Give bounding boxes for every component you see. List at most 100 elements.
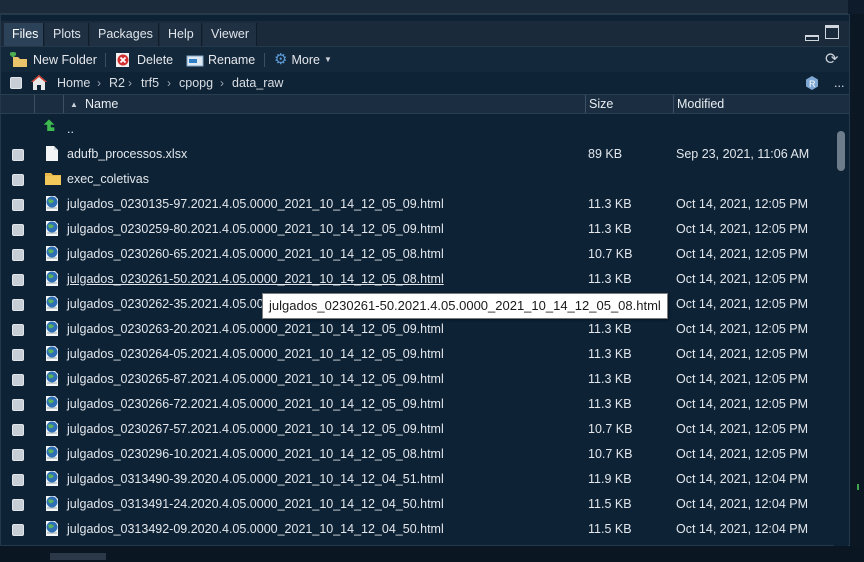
column-size[interactable]: Size <box>589 95 613 113</box>
file-name-link[interactable]: julgados_0313490-39.2020.4.05.0000_2021_… <box>67 471 444 488</box>
breadcrumb-r2[interactable]: R2 <box>109 75 125 91</box>
file-modified: Oct 14, 2021, 12:04 PM <box>676 472 809 486</box>
row-checkbox[interactable] <box>12 299 24 311</box>
file-row[interactable]: julgados_0230259-80.2021.4.05.0000_2021_… <box>1 217 833 242</box>
parent-directory-row[interactable]: .. <box>1 117 833 142</box>
row-checkbox[interactable] <box>12 274 24 286</box>
file-size: 10.7 KB <box>588 447 633 461</box>
row-checkbox[interactable] <box>12 149 24 161</box>
breadcrumb-cpopg[interactable]: cpopg <box>179 75 213 91</box>
go-to-directory-button[interactable]: ... <box>834 75 844 91</box>
file-size: 11.3 KB <box>588 347 632 361</box>
rename-label: Rename <box>208 53 256 67</box>
file-name-link[interactable]: julgados_0230266-72.2021.4.05.0000_2021_… <box>67 396 444 413</box>
row-checkbox[interactable] <box>12 374 24 386</box>
row-checkbox[interactable] <box>12 224 24 236</box>
html-file-icon <box>44 470 60 487</box>
file-name-link[interactable]: julgados_0230261-50.2021.4.05.0000_2021_… <box>67 271 444 288</box>
file-size: 11.9 KB <box>588 472 632 486</box>
row-checkbox[interactable] <box>12 249 24 261</box>
file-name-link[interactable]: exec_coletivas <box>67 171 149 188</box>
horizontal-scrollbar[interactable] <box>0 546 864 562</box>
file-row[interactable]: julgados_0230264-05.2021.4.05.0000_2021_… <box>1 342 833 367</box>
top-strip <box>0 0 864 14</box>
row-checkbox[interactable] <box>12 349 24 361</box>
breadcrumb: Home › R2 › trf5 › cpopg › data_raw R ..… <box>1 72 849 94</box>
html-file-icon <box>44 520 60 537</box>
file-row[interactable]: julgados_0313490-39.2020.4.05.0000_2021_… <box>1 467 833 492</box>
file-row[interactable]: julgados_0230265-87.2021.4.05.0000_2021_… <box>1 367 833 392</box>
file-row[interactable]: julgados_0313491-24.2020.4.05.0000_2021_… <box>1 492 833 517</box>
file-modified: Oct 14, 2021, 12:05 PM <box>676 297 809 311</box>
file-row[interactable]: julgados_0230135-97.2021.4.05.0000_2021_… <box>1 192 833 217</box>
file-size: 11.3 KB <box>588 197 632 211</box>
file-size: 11.3 KB <box>588 322 632 336</box>
file-modified: Oct 14, 2021, 12:05 PM <box>676 322 809 336</box>
file-row[interactable]: adufb_processos.xlsx 89 KB Sep 23, 2021, 1… <box>1 142 833 167</box>
file-row[interactable]: julgados_0230263-20.2021.4.05.0000_2021_… <box>1 317 833 342</box>
svg-text:R: R <box>809 79 816 89</box>
row-checkbox[interactable] <box>12 524 24 536</box>
file-name-link[interactable]: adufb_processos.xlsx <box>67 146 187 163</box>
row-checkbox[interactable] <box>12 174 24 186</box>
r-project-icon[interactable]: R <box>804 75 820 91</box>
row-checkbox[interactable] <box>12 324 24 336</box>
tab-plots[interactable]: Plots <box>45 23 89 46</box>
file-row[interactable]: julgados_0230261-50.2021.4.05.0000_2021_… <box>1 267 833 292</box>
row-checkbox[interactable] <box>12 199 24 211</box>
file-name-link[interactable]: julgados_0230260-65.2021.4.05.0000_2021_… <box>67 246 444 263</box>
column-divider[interactable] <box>673 95 674 113</box>
file-name-link[interactable]: julgados_0230296-10.2021.4.05.0000_2021_… <box>67 446 444 463</box>
file-name-link[interactable]: julgados_0230263-20.2021.4.05.0000_2021_… <box>67 321 444 338</box>
file-icon <box>44 145 60 162</box>
file-modified: Oct 14, 2021, 12:05 PM <box>676 247 809 261</box>
maximize-pane-icon[interactable] <box>825 25 839 39</box>
new-folder-button[interactable]: New Folder <box>9 51 97 69</box>
sort-ascending-icon: ▲ <box>70 100 78 109</box>
file-row[interactable]: julgados_0230267-57.2021.4.05.0000_2021_… <box>1 417 833 442</box>
file-row[interactable]: julgados_0313492-09.2020.4.05.0000_2021_… <box>1 517 833 542</box>
tab-files[interactable]: Files <box>4 23 44 46</box>
column-modified[interactable]: Modified <box>677 95 724 113</box>
breadcrumb-home[interactable]: Home <box>57 75 90 91</box>
column-name[interactable]: Name <box>85 95 118 113</box>
file-name-link[interactable]: julgados_0313492-09.2020.4.05.0000_2021_… <box>67 521 444 538</box>
home-icon[interactable] <box>30 74 48 91</box>
scrollbar-thumb[interactable] <box>837 131 845 171</box>
vertical-scrollbar[interactable] <box>834 114 848 547</box>
file-modified: Oct 14, 2021, 12:05 PM <box>676 447 809 461</box>
file-row[interactable]: julgados_0230260-65.2021.4.05.0000_2021_… <box>1 242 833 267</box>
tab-viewer[interactable]: Viewer <box>203 23 257 46</box>
select-all-checkbox[interactable] <box>10 77 22 89</box>
file-name-link[interactable]: julgados_0230267-57.2021.4.05.0000_2021_… <box>67 421 444 438</box>
tab-help[interactable]: Help <box>160 23 202 46</box>
file-name-link[interactable]: julgados_0230265-87.2021.4.05.0000_2021_… <box>67 371 444 388</box>
folder-row[interactable]: exec_coletivas <box>1 167 833 192</box>
breadcrumb-trf5[interactable]: trf5 <box>141 75 159 91</box>
file-name-link[interactable]: julgados_0313491-24.2020.4.05.0000_2021_… <box>67 496 444 513</box>
file-modified: Oct 14, 2021, 12:05 PM <box>676 422 809 436</box>
up-arrow-icon <box>43 119 55 131</box>
rename-button[interactable]: Rename <box>186 51 255 69</box>
file-name-link[interactable]: julgados_0230264-05.2021.4.05.0000_2021_… <box>67 346 444 363</box>
file-name-link[interactable]: julgados_0230135-97.2021.4.05.0000_2021_… <box>67 196 444 213</box>
minimize-pane-icon[interactable] <box>805 35 819 41</box>
column-divider[interactable] <box>585 95 586 113</box>
delete-button[interactable]: Delete <box>115 51 173 69</box>
row-checkbox[interactable] <box>12 474 24 486</box>
more-label: More <box>291 53 320 67</box>
tab-packages[interactable]: Packages <box>90 23 159 46</box>
row-checkbox[interactable] <box>12 449 24 461</box>
row-checkbox[interactable] <box>12 424 24 436</box>
more-button[interactable]: ⚙ More ▼ <box>274 51 332 69</box>
parent-directory-link[interactable]: .. <box>67 121 74 138</box>
horizontal-scroll-thumb[interactable] <box>50 553 106 560</box>
html-file-icon <box>44 245 60 262</box>
breadcrumb-data-raw[interactable]: data_raw <box>232 75 283 91</box>
row-checkbox[interactable] <box>12 399 24 411</box>
row-checkbox[interactable] <box>12 499 24 511</box>
refresh-icon[interactable]: ⟳ <box>825 52 841 68</box>
file-row[interactable]: julgados_0230266-72.2021.4.05.0000_2021_… <box>1 392 833 417</box>
file-row[interactable]: julgados_0230296-10.2021.4.05.0000_2021_… <box>1 442 833 467</box>
file-name-link[interactable]: julgados_0230259-80.2021.4.05.0000_2021_… <box>67 221 444 238</box>
